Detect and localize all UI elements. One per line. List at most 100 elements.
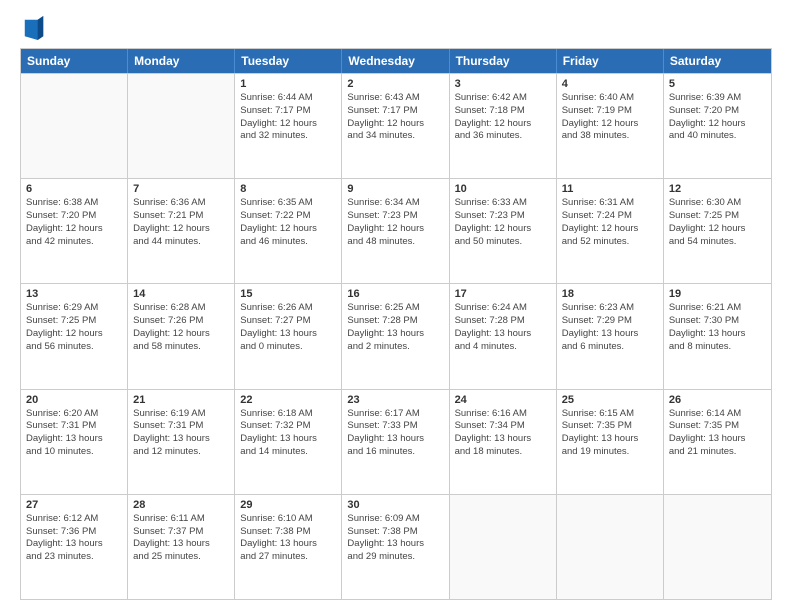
calendar-cell: 17 Sunrise: 6:24 AM Sunset: 7:28 PM Dayli… — [450, 284, 557, 388]
day-info: Sunrise: 6:09 AM Sunset: 7:38 PM Dayligh… — [347, 513, 443, 564]
calendar-cell: 4Sunrise: 6:40 AM Sunset: 7:19 PM Daylig… — [557, 74, 664, 178]
day-number: 15 — [240, 288, 336, 300]
calendar-header-cell: Thursday — [450, 49, 557, 73]
day-number: 12 — [669, 183, 766, 195]
calendar-header-cell: Wednesday — [342, 49, 449, 73]
day-info: Sunrise: 6:30 AM Sunset: 7:25 PM Dayligh… — [669, 197, 766, 248]
day-info: Sunrise: 6:36 AM Sunset: 7:21 PM Dayligh… — [133, 197, 229, 248]
day-number: 16 — [347, 288, 443, 300]
day-number: 5 — [669, 78, 766, 90]
day-number: 10 — [455, 183, 551, 195]
day-info: Sunrise: 6:33 AM Sunset: 7:23 PM Dayligh… — [455, 197, 551, 248]
day-info: Sunrise: 6:39 AM Sunset: 7:20 PM Dayligh… — [669, 92, 766, 143]
day-info: Sunrise: 6:23 AM Sunset: 7:29 PM Dayligh… — [562, 302, 658, 353]
day-info: Sunrise: 6:17 AM Sunset: 7:33 PM Dayligh… — [347, 408, 443, 459]
calendar-cell: 28 Sunrise: 6:11 AM Sunset: 7:37 PM Dayli… — [128, 495, 235, 599]
calendar-cell: 1 Sunrise: 6:44 AM Sunset: 7:17 PM Daylig… — [235, 74, 342, 178]
calendar-cell: 30 Sunrise: 6:09 AM Sunset: 7:38 PM Dayli… — [342, 495, 449, 599]
calendar-cell: 29 Sunrise: 6:10 AM Sunset: 7:38 PM Dayli… — [235, 495, 342, 599]
calendar-row: 27Sunrise: 6:12 AM Sunset: 7:36 PM Dayli… — [21, 494, 771, 599]
day-number: 17 — [455, 288, 551, 300]
day-number: 22 — [240, 394, 336, 406]
day-info: Sunrise: 6:31 AM Sunset: 7:24 PM Dayligh… — [562, 197, 658, 248]
calendar-cell: 19Sunrise: 6:21 AM Sunset: 7:30 PM Dayli… — [664, 284, 771, 388]
day-info: Sunrise: 6:35 AM Sunset: 7:22 PM Dayligh… — [240, 197, 336, 248]
calendar-cell: 14 Sunrise: 6:28 AM Sunset: 7:26 PM Dayli… — [128, 284, 235, 388]
day-info: Sunrise: 6:16 AM Sunset: 7:34 PM Dayligh… — [455, 408, 551, 459]
calendar-cell: 5 Sunrise: 6:39 AM Sunset: 7:20 PM Daylig… — [664, 74, 771, 178]
day-info: Sunrise: 6:44 AM Sunset: 7:17 PM Dayligh… — [240, 92, 336, 143]
calendar-cell: 10 Sunrise: 6:33 AM Sunset: 7:23 PM Dayli… — [450, 179, 557, 283]
day-number: 1 — [240, 78, 336, 90]
calendar-header-cell: Saturday — [664, 49, 771, 73]
header — [20, 16, 772, 40]
day-info: Sunrise: 6:21 AM Sunset: 7:30 PM Dayligh… — [669, 302, 766, 353]
day-info: Sunrise: 6:34 AM Sunset: 7:23 PM Dayligh… — [347, 197, 443, 248]
calendar-cell: 15Sunrise: 6:26 AM Sunset: 7:27 PM Dayli… — [235, 284, 342, 388]
day-number: 6 — [26, 183, 122, 195]
day-info: Sunrise: 6:43 AM Sunset: 7:17 PM Dayligh… — [347, 92, 443, 143]
logo — [20, 16, 44, 40]
day-number: 13 — [26, 288, 122, 300]
day-info: Sunrise: 6:15 AM Sunset: 7:35 PM Dayligh… — [562, 408, 658, 459]
calendar-cell — [128, 74, 235, 178]
calendar-cell: 11 Sunrise: 6:31 AM Sunset: 7:24 PM Dayli… — [557, 179, 664, 283]
day-info: Sunrise: 6:19 AM Sunset: 7:31 PM Dayligh… — [133, 408, 229, 459]
day-number: 18 — [562, 288, 658, 300]
calendar-body: 1 Sunrise: 6:44 AM Sunset: 7:17 PM Daylig… — [21, 73, 771, 599]
day-info: Sunrise: 6:29 AM Sunset: 7:25 PM Dayligh… — [26, 302, 122, 353]
calendar-header-cell: Sunday — [21, 49, 128, 73]
calendar-cell: 2Sunrise: 6:43 AM Sunset: 7:17 PM Daylig… — [342, 74, 449, 178]
day-info: Sunrise: 6:11 AM Sunset: 7:37 PM Dayligh… — [133, 513, 229, 564]
day-info: Sunrise: 6:10 AM Sunset: 7:38 PM Dayligh… — [240, 513, 336, 564]
day-number: 30 — [347, 499, 443, 511]
day-info: Sunrise: 6:18 AM Sunset: 7:32 PM Dayligh… — [240, 408, 336, 459]
calendar-cell: 25 Sunrise: 6:15 AM Sunset: 7:35 PM Dayli… — [557, 390, 664, 494]
day-number: 29 — [240, 499, 336, 511]
day-info: Sunrise: 6:25 AM Sunset: 7:28 PM Dayligh… — [347, 302, 443, 353]
calendar-cell: 22 Sunrise: 6:18 AM Sunset: 7:32 PM Dayli… — [235, 390, 342, 494]
calendar-cell: 6 Sunrise: 6:38 AM Sunset: 7:20 PM Daylig… — [21, 179, 128, 283]
day-number: 9 — [347, 183, 443, 195]
day-number: 8 — [240, 183, 336, 195]
day-number: 23 — [347, 394, 443, 406]
calendar-cell: 7Sunrise: 6:36 AM Sunset: 7:21 PM Daylig… — [128, 179, 235, 283]
day-number: 3 — [455, 78, 551, 90]
calendar-cell: 24 Sunrise: 6:16 AM Sunset: 7:34 PM Dayli… — [450, 390, 557, 494]
day-number: 28 — [133, 499, 229, 511]
calendar-cell — [557, 495, 664, 599]
calendar-cell: 9 Sunrise: 6:34 AM Sunset: 7:23 PM Daylig… — [342, 179, 449, 283]
calendar-cell — [21, 74, 128, 178]
calendar-header-cell: Friday — [557, 49, 664, 73]
day-number: 24 — [455, 394, 551, 406]
page: SundayMondayTuesdayWednesdayThursdayFrid… — [0, 0, 792, 612]
calendar-cell: 26Sunrise: 6:14 AM Sunset: 7:35 PM Dayli… — [664, 390, 771, 494]
calendar-header-cell: Tuesday — [235, 49, 342, 73]
day-info: Sunrise: 6:28 AM Sunset: 7:26 PM Dayligh… — [133, 302, 229, 353]
day-info: Sunrise: 6:24 AM Sunset: 7:28 PM Dayligh… — [455, 302, 551, 353]
calendar-cell: 20Sunrise: 6:20 AM Sunset: 7:31 PM Dayli… — [21, 390, 128, 494]
calendar-cell: 3Sunrise: 6:42 AM Sunset: 7:18 PM Daylig… — [450, 74, 557, 178]
logo-icon — [24, 16, 44, 40]
day-number: 25 — [562, 394, 658, 406]
calendar-row: 13 Sunrise: 6:29 AM Sunset: 7:25 PM Dayli… — [21, 283, 771, 388]
day-number: 4 — [562, 78, 658, 90]
day-number: 21 — [133, 394, 229, 406]
calendar-cell — [664, 495, 771, 599]
calendar-cell: 13 Sunrise: 6:29 AM Sunset: 7:25 PM Dayli… — [21, 284, 128, 388]
day-number: 11 — [562, 183, 658, 195]
day-info: Sunrise: 6:12 AM Sunset: 7:36 PM Dayligh… — [26, 513, 122, 564]
calendar-row: 6 Sunrise: 6:38 AM Sunset: 7:20 PM Daylig… — [21, 178, 771, 283]
calendar-header-row: SundayMondayTuesdayWednesdayThursdayFrid… — [21, 49, 771, 73]
calendar-cell: 16 Sunrise: 6:25 AM Sunset: 7:28 PM Dayli… — [342, 284, 449, 388]
calendar-cell: 8 Sunrise: 6:35 AM Sunset: 7:22 PM Daylig… — [235, 179, 342, 283]
day-info: Sunrise: 6:38 AM Sunset: 7:20 PM Dayligh… — [26, 197, 122, 248]
day-number: 26 — [669, 394, 766, 406]
calendar-cell — [450, 495, 557, 599]
calendar-header-cell: Monday — [128, 49, 235, 73]
calendar-cell: 12 Sunrise: 6:30 AM Sunset: 7:25 PM Dayli… — [664, 179, 771, 283]
calendar-cell: 18 Sunrise: 6:23 AM Sunset: 7:29 PM Dayli… — [557, 284, 664, 388]
day-number: 14 — [133, 288, 229, 300]
day-info: Sunrise: 6:20 AM Sunset: 7:31 PM Dayligh… — [26, 408, 122, 459]
calendar-row: 1 Sunrise: 6:44 AM Sunset: 7:17 PM Daylig… — [21, 73, 771, 178]
